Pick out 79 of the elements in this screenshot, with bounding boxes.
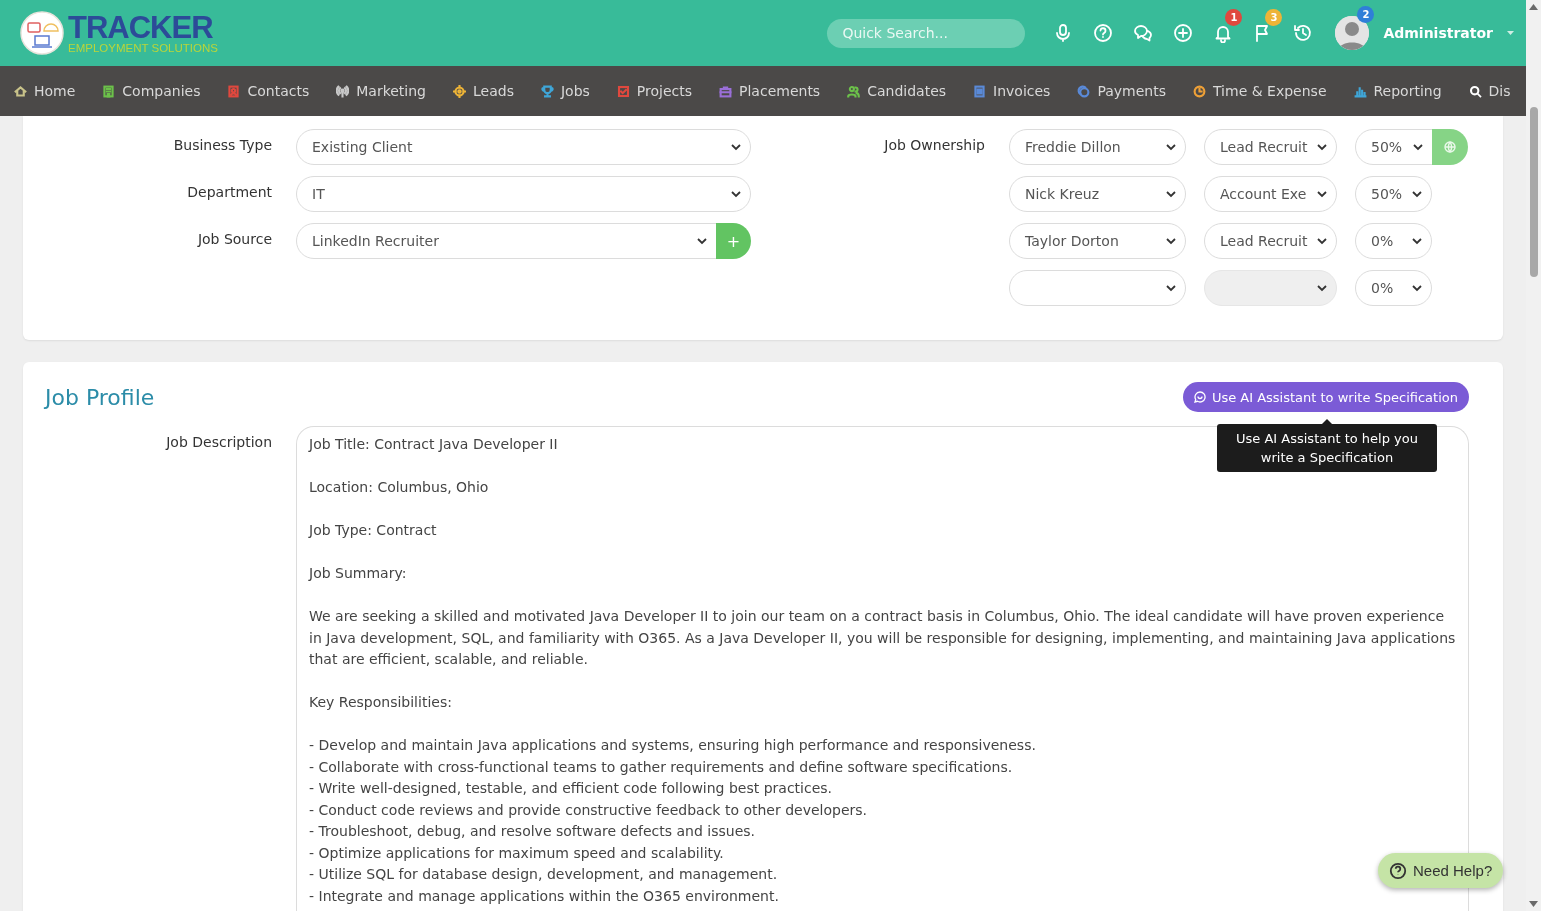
nav-link[interactable]: Reporting: [1373, 83, 1442, 99]
chevron-down-icon: [1166, 237, 1176, 245]
chevron-down-icon: [1412, 237, 1422, 245]
scroll-down-arrow-icon[interactable]: [1529, 901, 1538, 907]
notification-badge: 3: [1265, 9, 1283, 26]
chevron-down-icon: [1317, 237, 1327, 245]
dropdown-field[interactable]: 0%: [1355, 270, 1432, 306]
nav-link[interactable]: Jobs: [560, 83, 590, 99]
chevron-down-icon: [1317, 143, 1327, 151]
dropdown-field[interactable]: Lead Recruit: [1204, 129, 1337, 165]
field-label: Job Description: [164, 433, 272, 452]
chevron-down-icon: [1166, 190, 1176, 198]
nav-link[interactable]: Projects: [636, 83, 693, 99]
search-field[interactable]: Quick Search...: [827, 18, 1026, 48]
help-button[interactable]: Need Help?: [1378, 853, 1504, 888]
dropdown-field[interactable]: Account Exe: [1204, 176, 1337, 212]
globe-icon: [1444, 141, 1456, 153]
logo-subtitle: EMPLOYMENT SOLUTIONS: [68, 43, 218, 54]
dropdown-field[interactable]: Taylor Dorton: [1009, 223, 1186, 259]
nav-link[interactable]: Marketing: [356, 83, 426, 99]
avatar-icon[interactable]: [1335, 16, 1370, 50]
field-label: Job Ownership: [884, 136, 985, 155]
nav-link[interactable]: Leads: [473, 83, 514, 99]
logo-icon: [20, 11, 64, 55]
ai-assistant-button[interactable]: Use AI Assistant to write Specification: [1182, 382, 1469, 412]
section-title: Job Profile: [45, 384, 155, 410]
nav-link[interactable]: Companies: [122, 83, 201, 99]
chevron-down-icon: [1317, 284, 1327, 292]
nav-link[interactable]: Invoices: [993, 83, 1051, 99]
chevron-down-icon: [1412, 284, 1422, 292]
nav-link[interactable]: Payments: [1097, 83, 1166, 99]
paragraph: Location: Columbus, Ohio: [309, 478, 489, 497]
notification-badge: 2: [1357, 6, 1375, 23]
caret-icon[interactable]: [1507, 31, 1514, 35]
dropdown-field[interactable]: Lead Recruit: [1204, 223, 1337, 259]
dropdown-field[interactable]: LinkedIn Recruiter: [296, 223, 717, 259]
nav-link[interactable]: Time & Expense: [1213, 83, 1327, 99]
add-icon[interactable]: [1173, 23, 1194, 43]
paragraph: Job Type: Contract: [309, 521, 437, 540]
logo-title: TRACKER: [68, 12, 213, 44]
chevron-down-icon: [731, 190, 741, 198]
share-button[interactable]: [1432, 129, 1468, 165]
dropdown-field[interactable]: 50%: [1355, 176, 1432, 212]
nav-link[interactable]: Contacts: [247, 83, 310, 99]
paragraph: Job Title: Contract Java Developer II: [309, 435, 558, 454]
dropdown-field[interactable]: Freddie Dillon: [1009, 129, 1186, 165]
help-icon[interactable]: [1093, 23, 1114, 43]
paragraph: Job Summary:: [309, 564, 407, 583]
scrollbar-thumb[interactable]: [1529, 107, 1538, 277]
dropdown-field[interactable]: 50%: [1355, 129, 1433, 165]
nav-link[interactable]: Home: [34, 83, 76, 99]
dropdown-field[interactable]: 0%: [1355, 223, 1432, 259]
chevron-down-icon: [1166, 284, 1176, 292]
paragraph: We are seeking a skilled and motivated Java Developer II to join our team on a contract basis in Columbus, Ohio. The ideal candidate will have proven experience in Java development, SQL, and familiarity with O365. As a Java Developer II, you will be responsible for designing, implementing, and maintaining Java applications that are efficient, scalable, and reliable.: [309, 607, 1456, 669]
help-icon: [1389, 861, 1407, 880]
chevron-down-icon: [1413, 143, 1423, 151]
notification-badge: 1: [1225, 9, 1243, 26]
paragraph: Key Responsibilities:: [309, 693, 452, 712]
dropdown-field[interactable]: IT: [296, 176, 751, 212]
field-label: Business Type: [172, 136, 272, 155]
chevron-down-icon: [1166, 143, 1176, 151]
chat-icon[interactable]: [1133, 23, 1154, 43]
chevron-down-icon: [731, 143, 741, 151]
nav-link[interactable]: Candidates: [867, 83, 947, 99]
field-label: Job Source: [196, 230, 272, 249]
field-label: Department: [186, 183, 272, 202]
dropdown-field[interactable]: [1009, 270, 1186, 306]
chevron-down-icon: [1317, 190, 1327, 198]
dropdown-field[interactable]: Existing Client: [296, 129, 751, 165]
nav-link[interactable]: Placements: [739, 83, 821, 99]
chevron-down-icon: [1412, 190, 1422, 198]
chat-icon: [1193, 391, 1206, 403]
scroll-up-arrow-icon[interactable]: [1529, 4, 1538, 10]
paragraph: - Develop and maintain Java applications and systems, ensuring high performance and responsiveness. - Collaborate with cross-functional teams to gather requirements and define software specifications. - Write well-designed, testable, and efficient code following best practices. - Conduct code reviews and provide constructive feedback to other developers. - Troubleshoot, debug, and resolve software defects and issues. - Optimize applications for maximum speed and scalability. - Utilize SQL for database design, development, and management. - Integrate and manage applications within the O365 environment.: [309, 736, 1036, 906]
chevron-down-icon: [697, 237, 707, 245]
nav-link[interactable]: Dis: [1488, 83, 1511, 99]
tooltip: Use AI Assistant to help you write a Specification: [1217, 424, 1437, 472]
dropdown-field[interactable]: Nick Kreuz: [1009, 176, 1186, 212]
history-icon[interactable]: [1293, 23, 1314, 43]
